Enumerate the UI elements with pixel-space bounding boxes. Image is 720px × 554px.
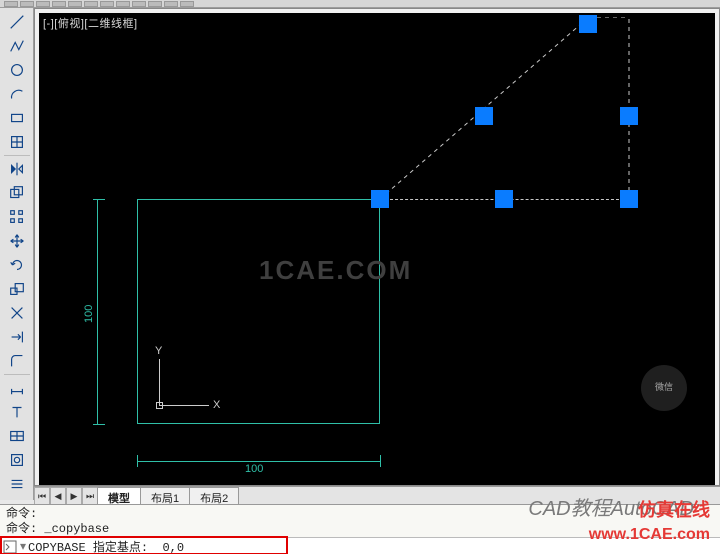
cmd-history-line: 命令:: [6, 507, 714, 522]
scale-tool[interactable]: [5, 277, 29, 301]
tab-nav-prev[interactable]: ◀: [50, 487, 66, 505]
watermark-wechat-icon: 微信: [641, 365, 687, 411]
properties-tool[interactable]: [5, 472, 29, 496]
grip[interactable]: [475, 107, 493, 125]
viewport-label: [-][俯视][二维线框]: [43, 15, 138, 31]
fillet-tool[interactable]: [5, 349, 29, 373]
command-sep: ▾: [20, 539, 26, 554]
watermark-center: 1CAE.COM: [259, 255, 412, 286]
hatch-tool[interactable]: [5, 130, 29, 154]
dim-tick: [93, 424, 105, 425]
command-icon: [2, 539, 18, 554]
dim-tick: [380, 455, 381, 467]
dim-line-horizontal: [137, 461, 380, 462]
dimension-tool[interactable]: [5, 376, 29, 400]
axis-label-x: X: [213, 399, 220, 411]
dim-value-height: 100: [83, 305, 95, 323]
grip[interactable]: [620, 107, 638, 125]
dim-tick: [137, 455, 138, 467]
axis-label-y: Y: [155, 345, 162, 357]
drawing-viewport-frame: [-][俯视][二维线框] 100 100 Y X: [34, 8, 720, 486]
offset-tool[interactable]: [5, 181, 29, 205]
extend-tool[interactable]: [5, 325, 29, 349]
dim-value-width: 100: [245, 463, 263, 475]
selected-edge-diag: [380, 17, 640, 207]
move-tool[interactable]: [5, 229, 29, 253]
watermark-red-url: www.1CAE.com: [589, 526, 710, 544]
tab-nav-first[interactable]: ⏮: [34, 487, 50, 505]
tab-nav: ⏮ ◀ ▶ ⏭: [34, 487, 98, 504]
watermark-red-title: 仿真在线: [638, 496, 710, 522]
grip[interactable]: [620, 190, 638, 208]
mirror-tool[interactable]: [5, 157, 29, 181]
layout-tabstrip: ⏮ ◀ ▶ ⏭ 模型 布局1 布局2: [34, 486, 720, 504]
polyline-tool[interactable]: [5, 34, 29, 58]
top-toolbar: [0, 0, 720, 8]
left-tool-palette: [0, 8, 34, 500]
dim-line-vertical: [97, 199, 98, 424]
rectangle: [137, 199, 380, 424]
table-tool[interactable]: [5, 424, 29, 448]
tab-layout2[interactable]: 布局2: [189, 487, 239, 504]
tab-nav-next[interactable]: ▶: [66, 487, 82, 505]
tab-model[interactable]: 模型: [97, 487, 141, 504]
tab-nav-last[interactable]: ⏭: [82, 487, 98, 505]
rotate-tool[interactable]: [5, 253, 29, 277]
dim-tick: [93, 199, 105, 200]
rectangle-tool[interactable]: [5, 106, 29, 130]
line-tool[interactable]: [5, 10, 29, 34]
block-tool[interactable]: [5, 448, 29, 472]
drawing-canvas[interactable]: [-][俯视][二维线框] 100 100 Y X: [39, 13, 715, 485]
grip[interactable]: [371, 190, 389, 208]
trim-tool[interactable]: [5, 301, 29, 325]
array-tool[interactable]: [5, 205, 29, 229]
text-tool[interactable]: [5, 400, 29, 424]
arc-tool[interactable]: [5, 82, 29, 106]
tab-layout1[interactable]: 布局1: [140, 487, 190, 504]
circle-tool[interactable]: [5, 58, 29, 82]
command-prompt: COPYBASE 指定基点: 0,0: [28, 538, 184, 554]
grip[interactable]: [495, 190, 513, 208]
grip[interactable]: [579, 15, 597, 33]
